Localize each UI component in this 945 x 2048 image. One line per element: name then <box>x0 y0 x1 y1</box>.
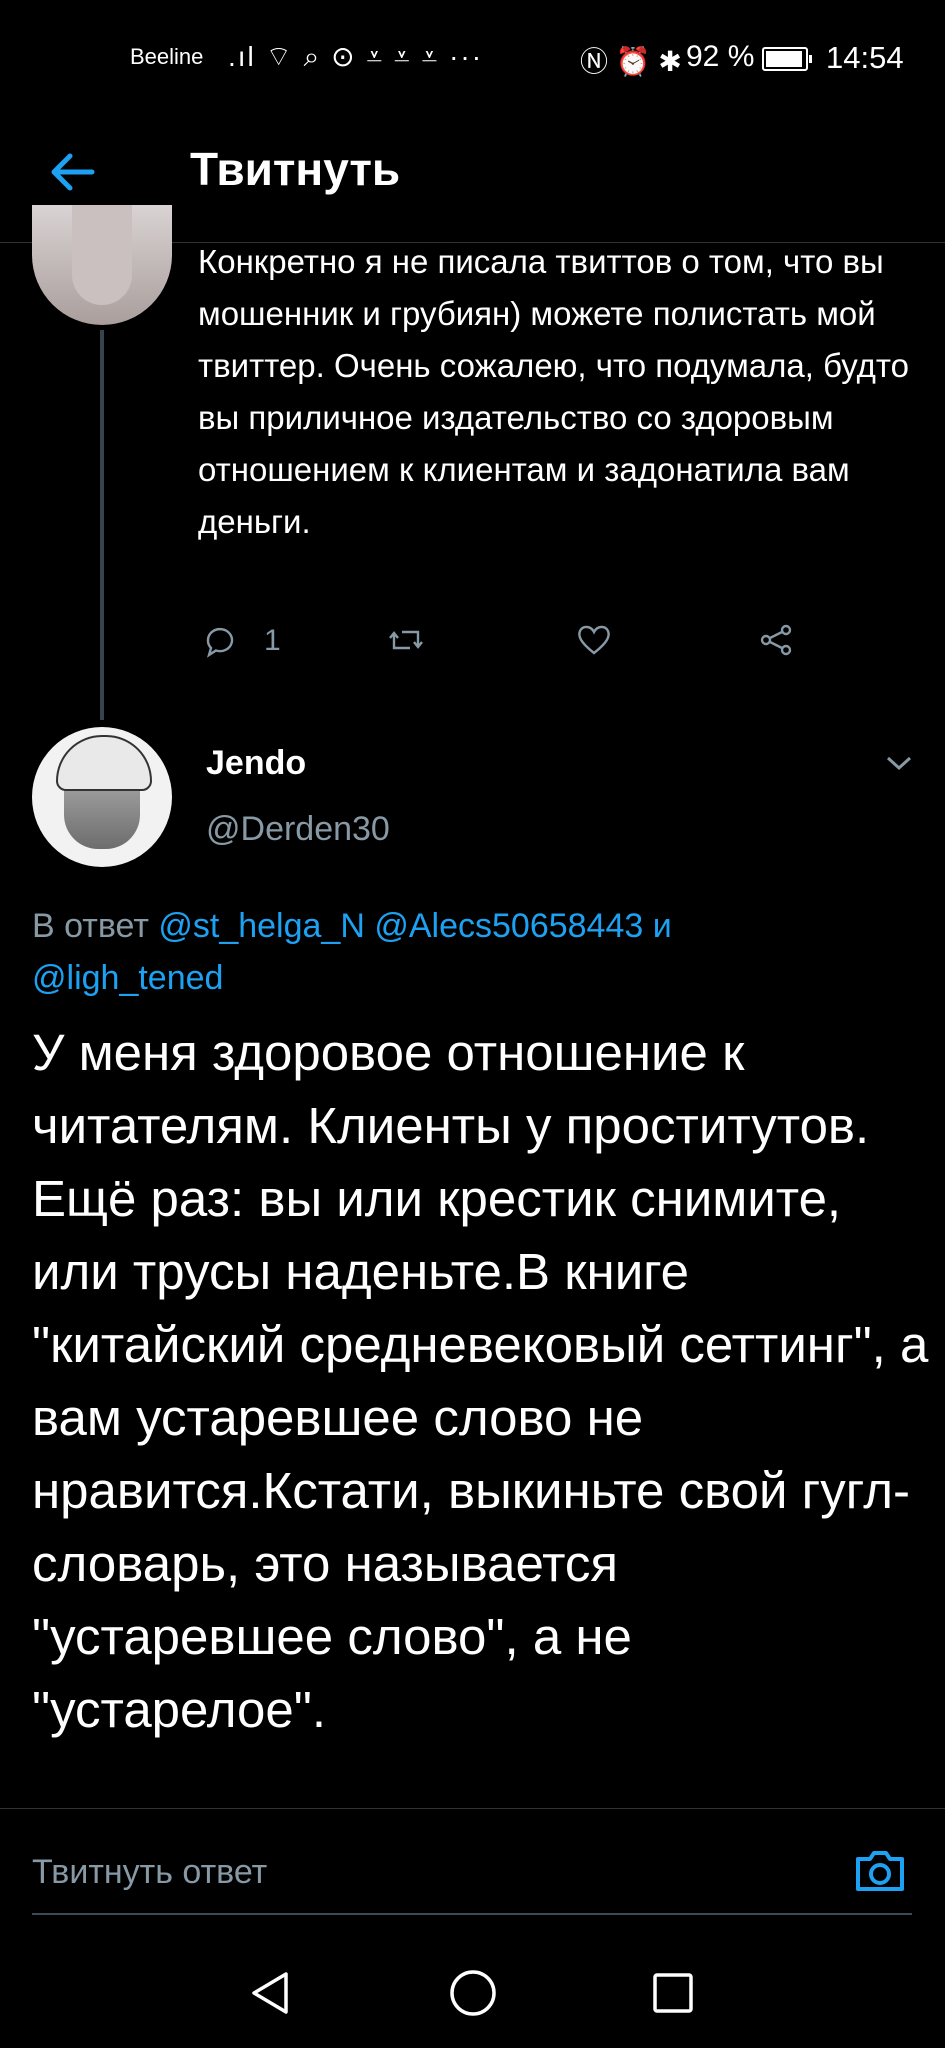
battery-percent: 92 % <box>686 40 755 73</box>
retweet-icon <box>389 630 423 650</box>
reply-icon <box>206 628 234 658</box>
carrier-label: Beeline <box>130 44 204 69</box>
reply-context: В ответ @st_helga_N @Alecs50658443 и @li… <box>32 900 912 1004</box>
reply-prefix: В ответ <box>32 907 149 945</box>
heart-icon <box>578 625 610 655</box>
camera-icon[interactable] <box>852 1843 908 1899</box>
nav-recents-icon[interactable] <box>652 1972 694 2014</box>
nav-home-icon[interactable] <box>448 1968 498 2018</box>
mention-link[interactable]: @ligh_tened <box>32 959 223 997</box>
chevron-down-icon[interactable] <box>884 748 914 778</box>
system-nav-bar <box>0 1938 945 2048</box>
nav-back-icon[interactable] <box>248 1968 292 2018</box>
avatar[interactable] <box>32 727 172 867</box>
author-handle[interactable]: @Derden30 <box>206 810 390 849</box>
page-title: Твитнуть <box>190 143 401 195</box>
reply-bar: Твитнуть ответ <box>0 1808 945 1939</box>
retweet-button[interactable] <box>386 620 426 668</box>
previous-tweet-text: Конкретно я не писала твиттов о том, что… <box>198 243 910 540</box>
reply-button[interactable]: 1 <box>200 620 281 668</box>
status-bar: Beeline .ıl ⌔ ⌕ ⊙ ⩡ ⩡ ⩡ ··· Ⓝ ⏰ ✱ 92 % 1… <box>0 0 945 118</box>
reply-placeholder: Твитнуть ответ <box>32 1853 268 1891</box>
mention-link[interactable]: @Alecs50658443 <box>374 907 643 945</box>
share-icon <box>760 624 792 656</box>
back-arrow-icon[interactable] <box>42 142 102 202</box>
thread-line <box>100 330 104 720</box>
reply-input[interactable]: Твитнуть ответ <box>32 1837 912 1915</box>
clock: 14:54 <box>826 40 904 75</box>
and-label: и <box>652 907 672 945</box>
tweet-text: У меня здоровое отношение к читателям. К… <box>32 1024 929 1738</box>
status-icons: .ıl ⌔ ⌕ ⊙ ⩡ ⩡ ⩡ ··· <box>228 41 484 72</box>
mention-link[interactable]: @st_helga_N <box>158 907 365 945</box>
share-button[interactable] <box>756 620 796 668</box>
battery-icon <box>762 47 812 71</box>
avatar[interactable] <box>32 205 172 325</box>
like-button[interactable] <box>574 620 614 668</box>
reply-count: 1 <box>264 624 281 657</box>
system-icons: Ⓝ ⏰ ✱ <box>580 46 682 77</box>
tweet-actions: 1 <box>200 620 840 670</box>
author-name[interactable]: Jendo <box>206 744 306 783</box>
